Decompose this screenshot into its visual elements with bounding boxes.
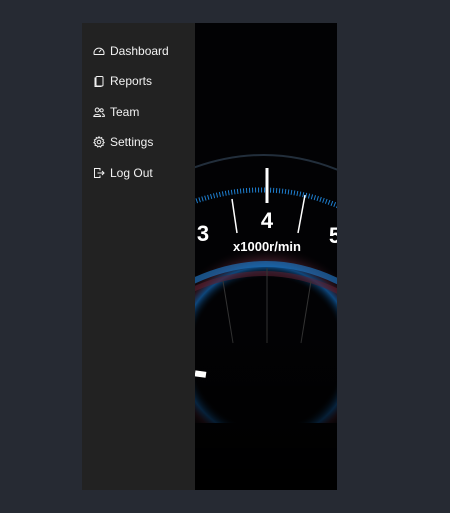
- sidebar-item-label: Log Out: [110, 165, 153, 180]
- tachometer-illustration: 3 4 5 x1000r/min: [195, 23, 337, 490]
- settings-gear-icon: [93, 136, 105, 148]
- team-users-icon: [93, 106, 105, 118]
- sidebar-item-team[interactable]: Team: [82, 102, 195, 122]
- dashboard-gauge-icon: [93, 45, 105, 57]
- reports-copy-icon: [93, 75, 105, 88]
- log-out-icon: [93, 167, 105, 179]
- sidebar-item-dashboard[interactable]: Dashboard: [82, 41, 195, 61]
- sidebar-item-log-out[interactable]: Log Out: [82, 163, 195, 183]
- app-frame: Dashboard Reports Team Settings Log Out …: [82, 23, 337, 490]
- gauge-number-5: 5: [329, 223, 337, 248]
- sidebar: Dashboard Reports Team Settings Log Out: [82, 23, 195, 490]
- hero-image-tachometer: 3 4 5 x1000r/min: [195, 23, 337, 490]
- gauge-unit-label: x1000r/min: [233, 239, 301, 254]
- gauge-number-4: 4: [261, 208, 274, 233]
- gauge-number-3: 3: [197, 221, 209, 246]
- sidebar-item-reports[interactable]: Reports: [82, 71, 195, 91]
- sidebar-item-label: Reports: [110, 74, 153, 89]
- sidebar-item-label: Team: [110, 104, 140, 119]
- sidebar-item-settings[interactable]: Settings: [82, 132, 195, 152]
- sidebar-item-label: Dashboard: [110, 44, 169, 58]
- sidebar-item-label: Settings: [110, 135, 154, 150]
